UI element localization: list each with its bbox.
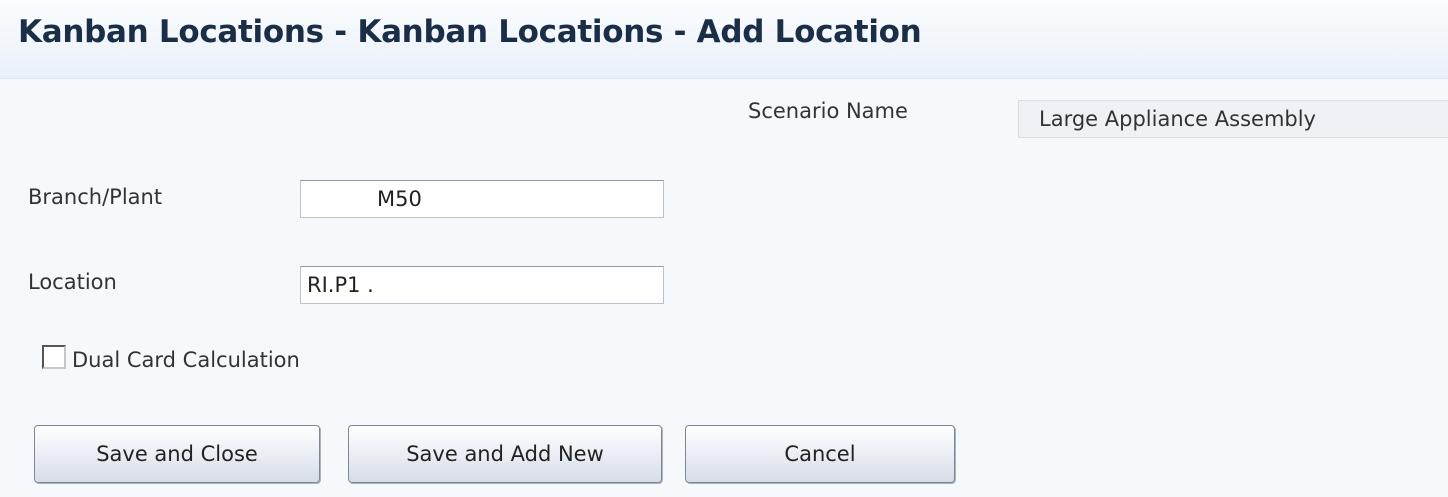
save-and-close-button[interactable]: Save and Close — [34, 425, 320, 483]
dual-card-checkbox[interactable] — [42, 345, 66, 369]
branch-plant-input[interactable] — [300, 180, 664, 218]
location-input[interactable] — [300, 266, 664, 304]
cancel-button[interactable]: Cancel — [685, 425, 955, 483]
branch-plant-label: Branch/Plant — [28, 185, 163, 209]
dual-card-label: Dual Card Calculation — [72, 348, 300, 372]
scenario-name-field — [1018, 100, 1448, 138]
location-label: Location — [28, 270, 117, 294]
save-and-add-new-button[interactable]: Save and Add New — [348, 425, 662, 483]
scenario-name-label: Scenario Name — [748, 99, 908, 123]
page-title: Kanban Locations - Kanban Locations - Ad… — [18, 14, 922, 50]
title-bar: Kanban Locations - Kanban Locations - Ad… — [0, 0, 1448, 79]
